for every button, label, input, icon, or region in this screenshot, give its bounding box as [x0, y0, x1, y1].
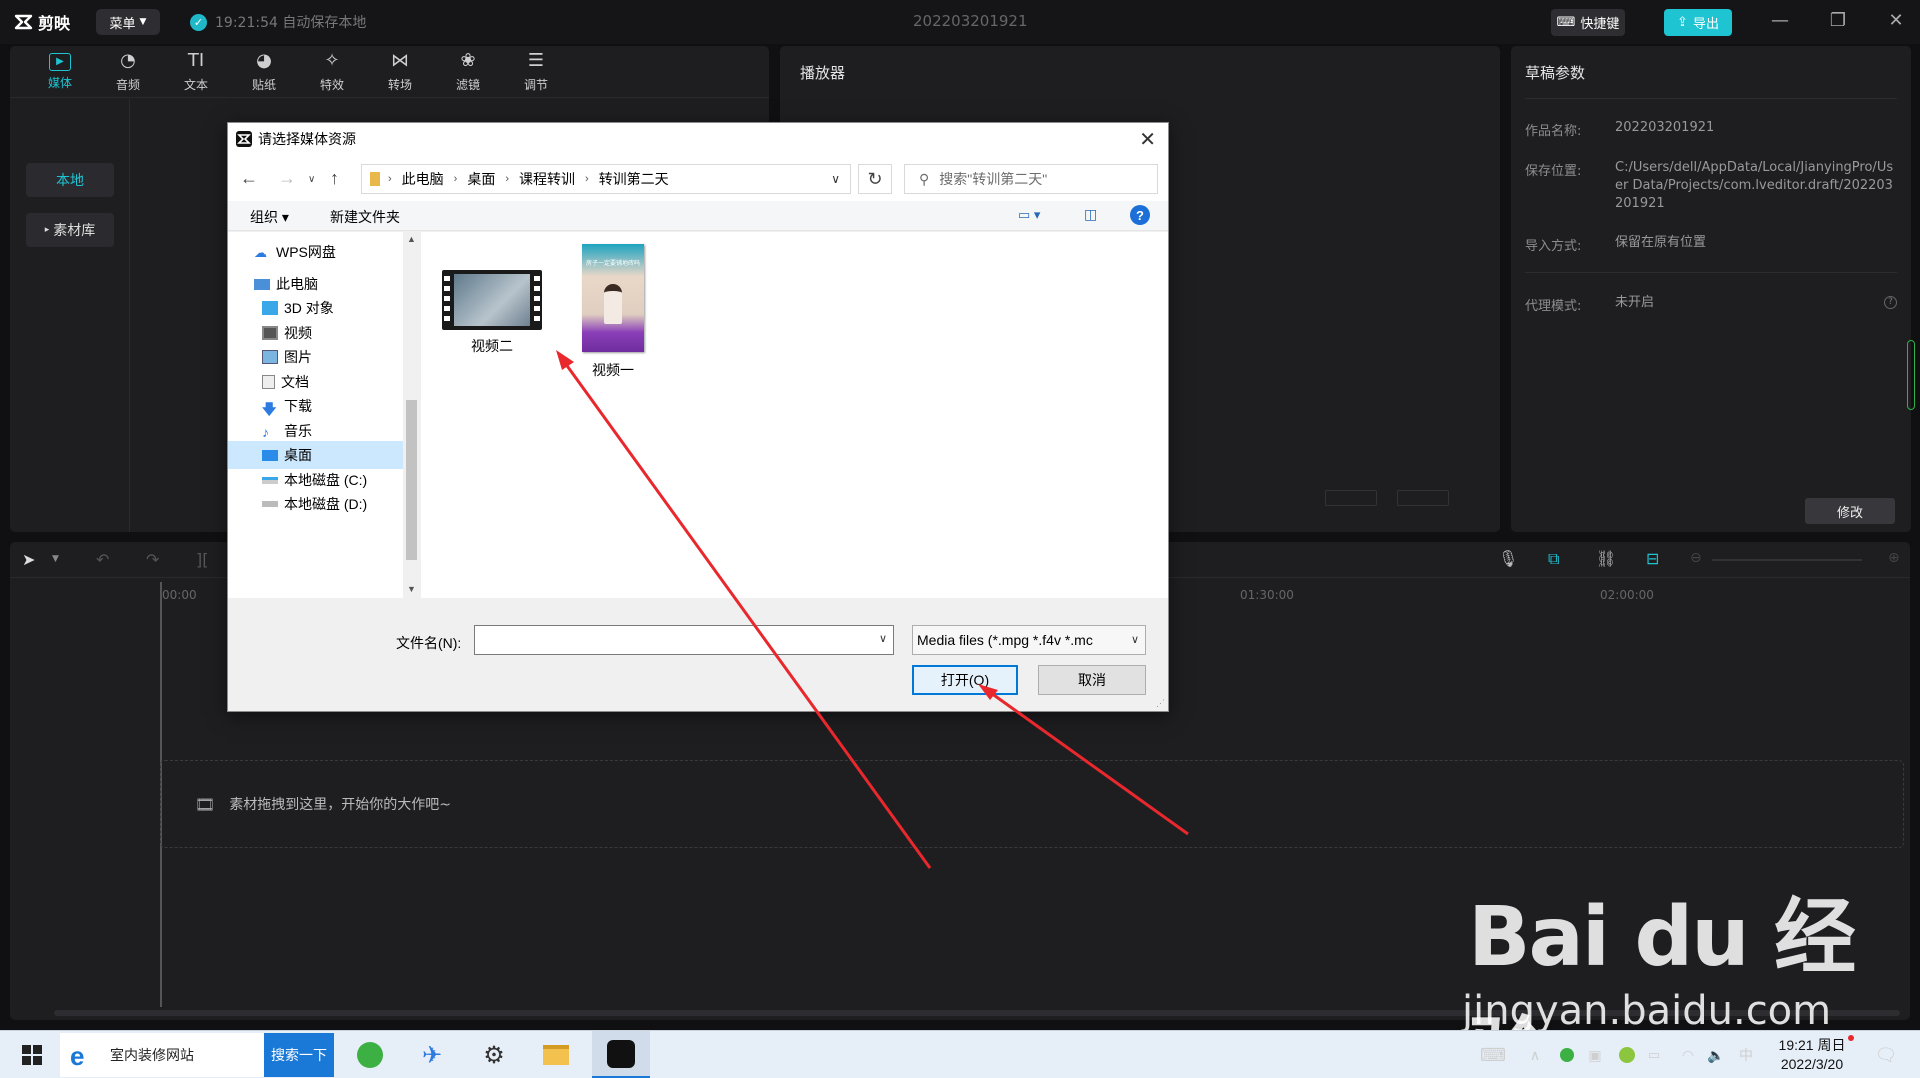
red-arrow-to-video [558, 355, 932, 869]
taskbar: e 室内装修网站 搜索一下 ✈ ⚙ ⌨ ∧ ▣ ▭ ◠ 🔈 中 19:21 周日… [0, 1030, 1920, 1078]
tray-security-icon[interactable]: ▣ [1584, 1031, 1606, 1078]
feishu-icon[interactable]: ✈ [412, 1031, 452, 1078]
wifi-icon[interactable]: ◠ [1676, 1031, 1700, 1078]
capcut-taskbar-icon[interactable] [592, 1031, 650, 1078]
keyboard-tray-icon[interactable]: ⌨ [1476, 1031, 1510, 1078]
battery-icon[interactable]: ▭ [1642, 1031, 1666, 1078]
arrowhead [556, 350, 574, 370]
clock-date: 2022/3/20 [1780, 1056, 1844, 1072]
ie-icon: e [70, 1041, 85, 1071]
file-explorer-icon[interactable] [536, 1031, 576, 1078]
red-arrow-to-open [983, 686, 1189, 836]
tray-360-icon[interactable] [1616, 1031, 1638, 1078]
taskbar-search-button[interactable]: 搜索一下 [264, 1033, 334, 1077]
clock-time: 19:21 周日 [1778, 1037, 1846, 1053]
action-center-icon[interactable]: 🗨 [1866, 1031, 1906, 1078]
taskbar-search-text: 室内装修网站 [110, 1047, 194, 1063]
chevron-up-icon[interactable]: ∧ [1524, 1031, 1546, 1078]
windows-start-icon[interactable] [8, 1031, 56, 1078]
windows-logo [22, 1045, 42, 1065]
notification-dot [1848, 1035, 1854, 1041]
volume-icon[interactable]: 🔈 [1704, 1031, 1728, 1078]
watermark-url: jingyan.baidu.com [1462, 988, 1832, 1034]
settings-gear-icon[interactable]: ⚙ [474, 1031, 514, 1078]
browser-icon[interactable] [350, 1031, 390, 1078]
ime-indicator[interactable]: 中 [1734, 1031, 1758, 1078]
taskbar-search[interactable]: e 室内装修网站 搜索一下 [60, 1033, 334, 1077]
taskbar-clock[interactable]: 19:21 周日 2022/3/20 [1770, 1036, 1854, 1074]
tray-app-icon[interactable] [1556, 1031, 1578, 1078]
